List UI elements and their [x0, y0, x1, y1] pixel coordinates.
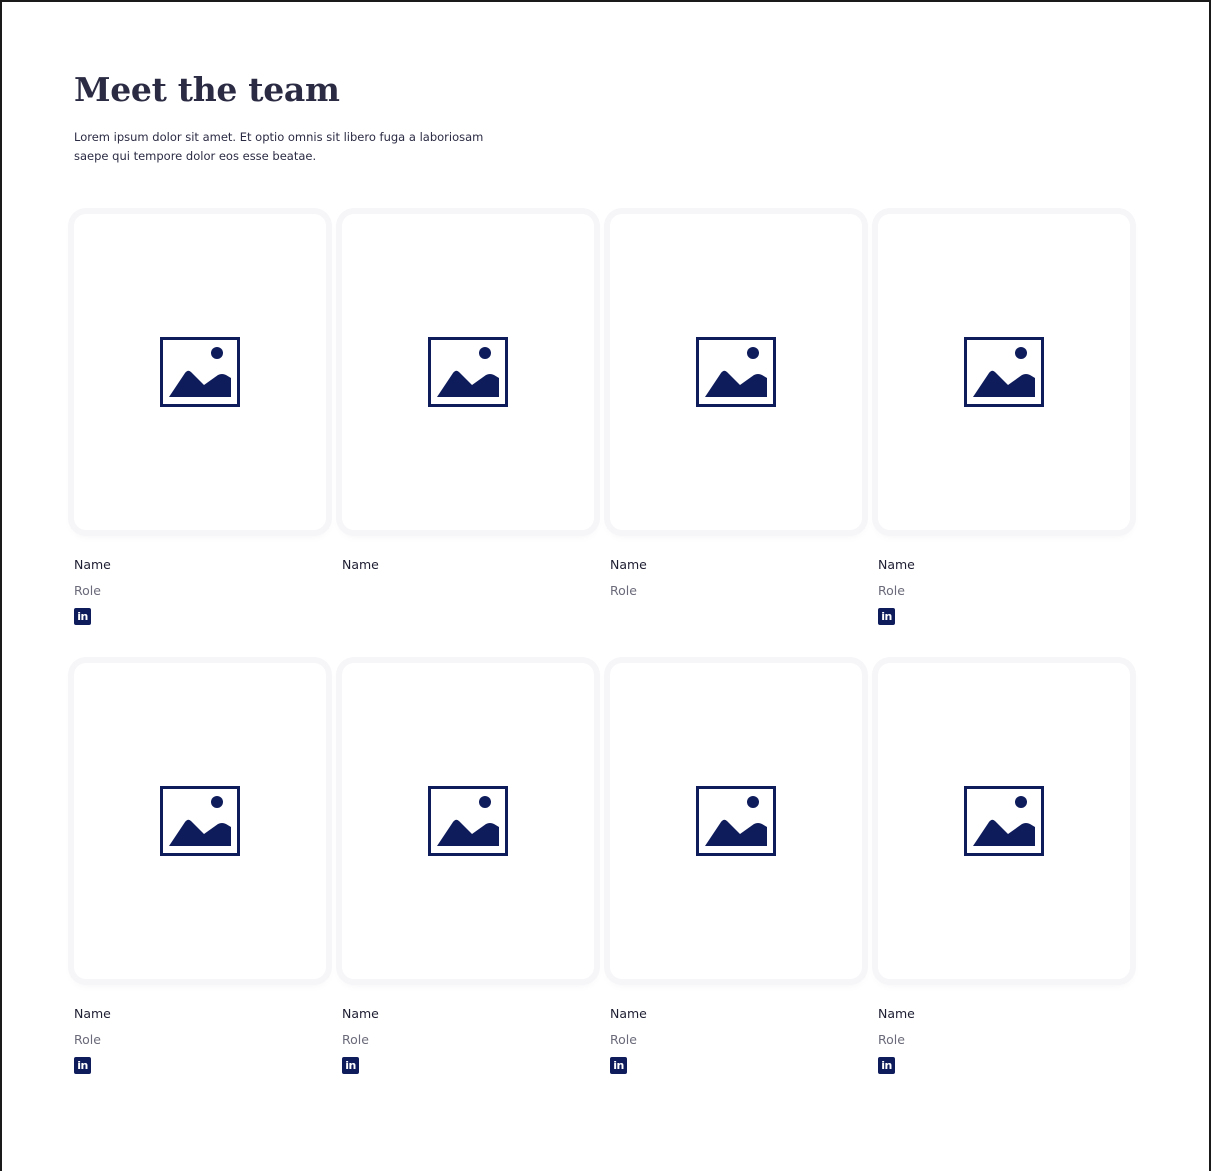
- member-role: Role: [610, 1032, 637, 1047]
- page-title: Meet the team: [74, 70, 340, 109]
- page-frame: Meet the team Lorem ipsum dolor sit amet…: [0, 0, 1211, 1171]
- linkedin-icon[interactable]: in: [74, 1057, 91, 1074]
- linkedin-icon[interactable]: in: [74, 608, 91, 625]
- page-subtitle: Lorem ipsum dolor sit amet. Et optio omn…: [74, 130, 484, 163]
- team-member-card-3: Name Role in: [610, 214, 862, 663]
- linkedin-icon[interactable]: in: [878, 608, 895, 625]
- member-photo: [342, 214, 594, 530]
- member-role: Role: [342, 1032, 369, 1047]
- team-member-card-1: Name Role in: [74, 214, 326, 663]
- image-placeholder-icon: [160, 337, 240, 407]
- team-member-card-8: Name Role in: [878, 663, 1130, 1112]
- team-grid: Name Role in Name in Name Role in: [74, 214, 1130, 1112]
- member-name: Name: [878, 1006, 915, 1021]
- member-name: Name: [342, 1006, 379, 1021]
- linkedin-icon[interactable]: in: [342, 1057, 359, 1074]
- team-section: Meet the team Lorem ipsum dolor sit amet…: [74, 70, 1174, 1074]
- team-member-card-2: Name in: [342, 214, 594, 663]
- image-placeholder-icon: [696, 337, 776, 407]
- member-name: Name: [610, 1006, 647, 1021]
- image-placeholder-icon: [696, 786, 776, 856]
- team-member-card-4: Name Role in: [878, 214, 1130, 663]
- member-name: Name: [610, 557, 647, 572]
- image-placeholder-icon: [428, 337, 508, 407]
- team-member-card-6: Name Role in: [342, 663, 594, 1112]
- linkedin-icon[interactable]: in: [878, 1057, 895, 1074]
- member-role: Role: [610, 583, 637, 598]
- member-photo: [878, 663, 1130, 979]
- image-placeholder-icon: [964, 786, 1044, 856]
- member-photo: [74, 663, 326, 979]
- member-name: Name: [878, 557, 915, 572]
- image-placeholder-icon: [160, 786, 240, 856]
- member-role: Role: [74, 583, 101, 598]
- member-role: Role: [878, 1032, 905, 1047]
- member-photo: [610, 214, 862, 530]
- member-photo: [342, 663, 594, 979]
- team-member-card-7: Name Role in: [610, 663, 862, 1112]
- member-photo: [610, 663, 862, 979]
- member-photo: [74, 214, 326, 530]
- member-name: Name: [342, 557, 379, 572]
- team-member-card-5: Name Role in: [74, 663, 326, 1112]
- image-placeholder-icon: [428, 786, 508, 856]
- member-name: Name: [74, 1006, 111, 1021]
- member-name: Name: [74, 557, 111, 572]
- image-placeholder-icon: [964, 337, 1044, 407]
- linkedin-icon[interactable]: in: [610, 1057, 627, 1074]
- member-role: [342, 583, 594, 599]
- member-photo: [878, 214, 1130, 530]
- member-role: Role: [878, 583, 905, 598]
- member-role: Role: [74, 1032, 101, 1047]
